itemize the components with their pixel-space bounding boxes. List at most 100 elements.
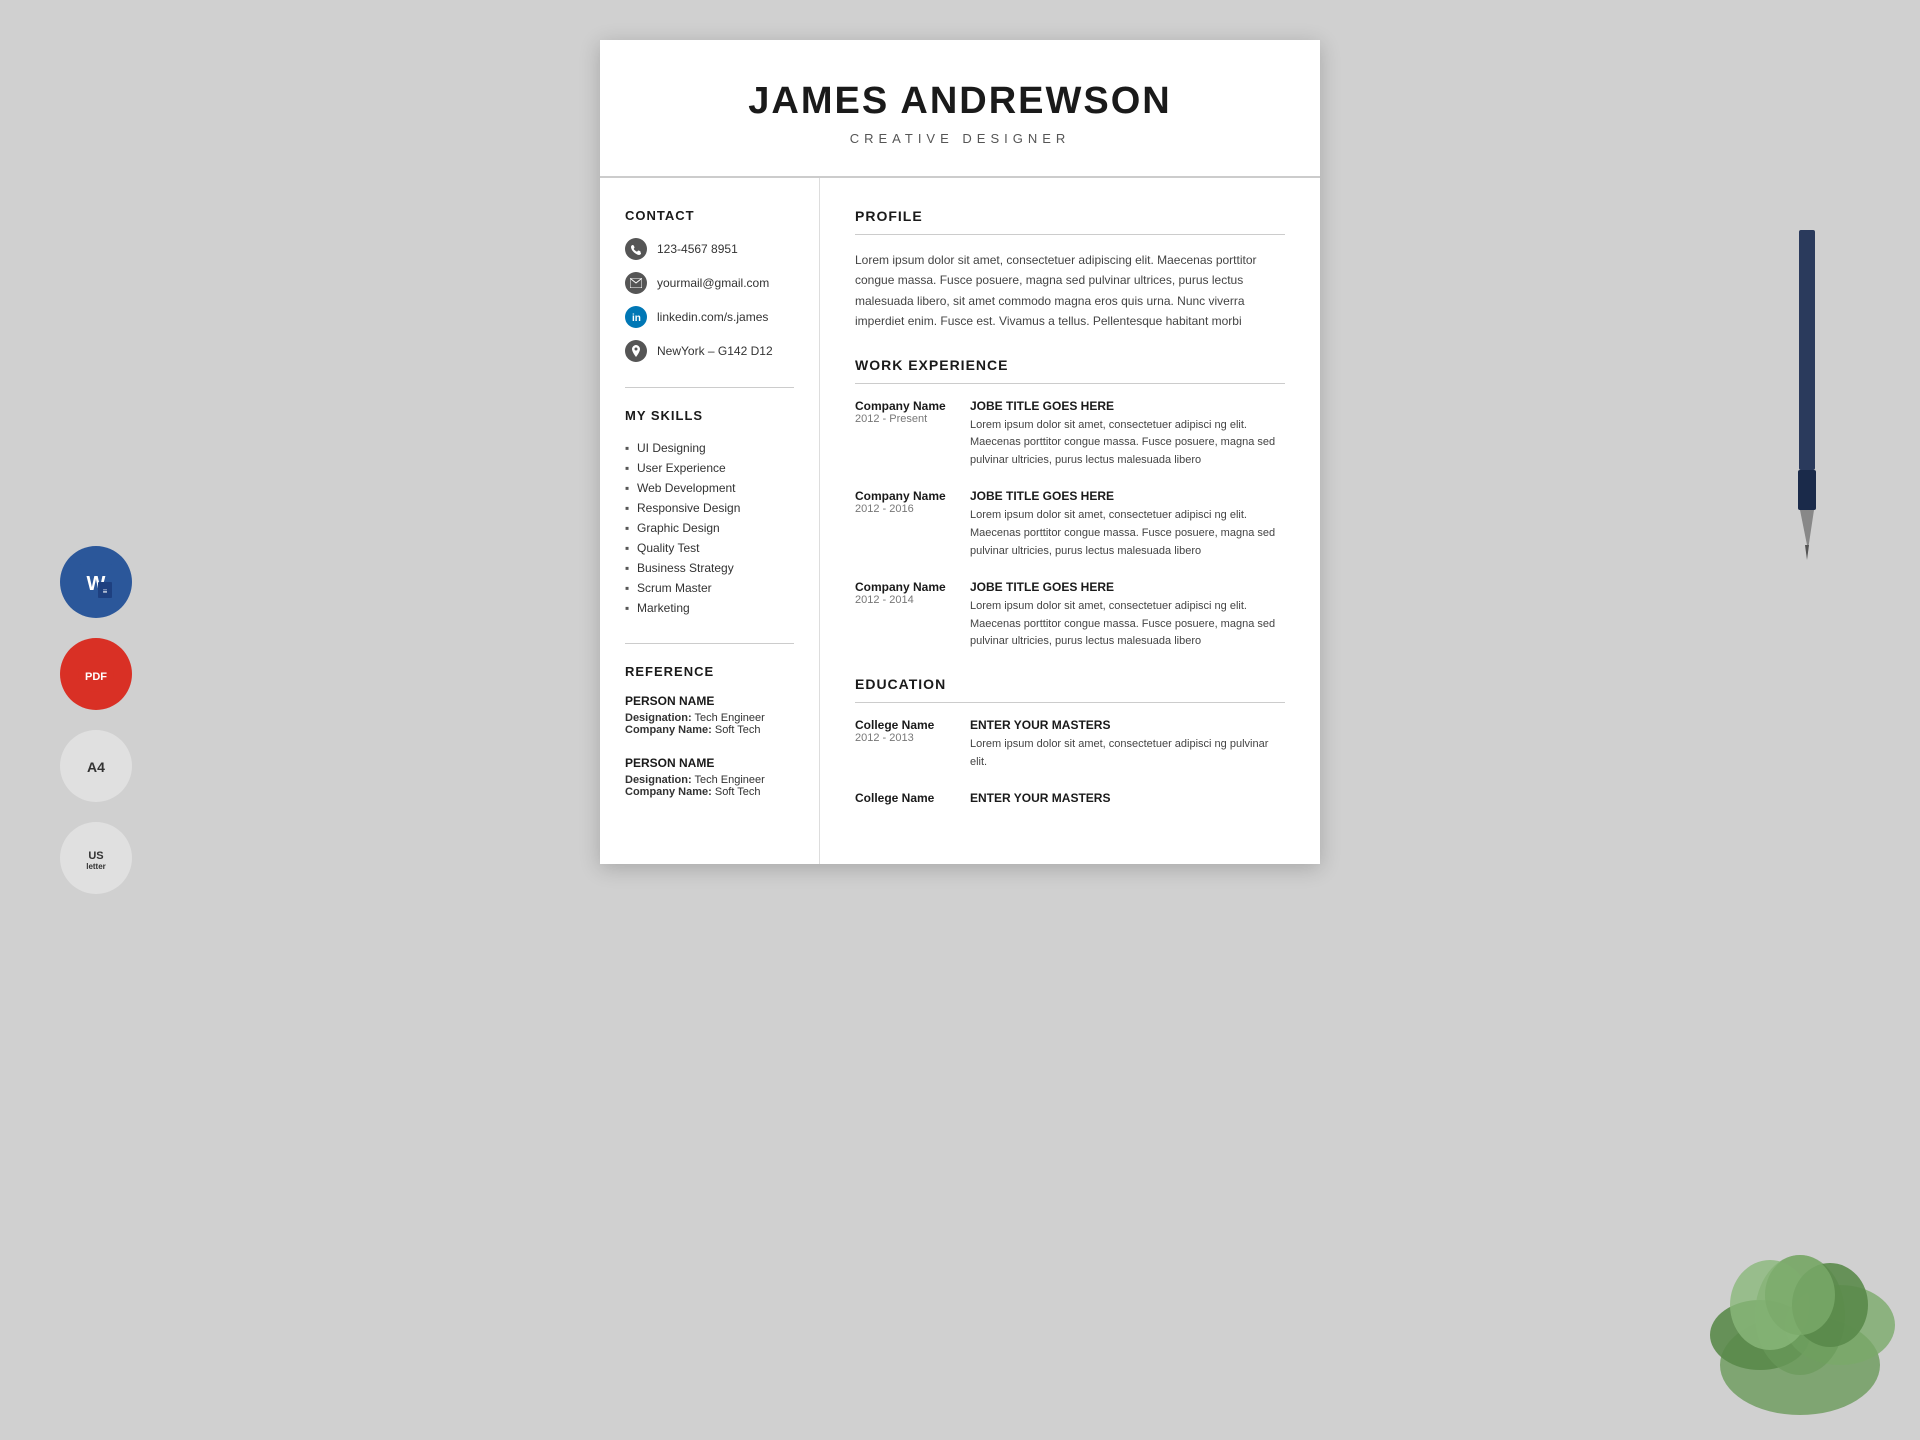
work-desc: Lorem ipsum dolor sit amet, consectetuer… [970,507,1285,560]
work-title: JOBE TITLE GOES HERE [970,580,1285,594]
contact-title: CONTACT [625,208,794,223]
skill-item: UI Designing [625,438,794,458]
svg-text:≡: ≡ [103,587,108,596]
work-period: 2012 - Present [855,413,955,425]
contact-email: yourmail@gmail.com [625,272,794,294]
skill-item: Web Development [625,478,794,498]
edu-period: 2012 - 2013 [855,732,955,744]
work-period: 2012 - 2014 [855,594,955,606]
reference-section: REFERENCE PERSON NAME Designation: Tech … [625,664,794,798]
linkedin-icon: in [625,306,647,328]
edu-college: College Name [855,718,955,732]
work-company: Company Name [855,399,955,413]
svg-text:in: in [632,313,641,323]
edu-right: ENTER YOUR MASTERS Lorem ipsum dolor sit… [970,718,1285,771]
work-item: Company Name 2012 - Present JOBE TITLE G… [855,399,1285,470]
profile-section: PROFILE Lorem ipsum dolor sit amet, cons… [855,208,1285,332]
email-address[interactable]: yourmail@gmail.com [657,276,769,290]
work-divider [855,383,1285,384]
phone-number: 123-4567 8951 [657,242,738,256]
work-item: Company Name 2012 - 2014 JOBE TITLE GOES… [855,580,1285,651]
edu-desc: Lorem ipsum dolor sit amet, consectetuer… [970,736,1285,771]
edu-right: ENTER YOUR MASTERS [970,791,1285,809]
edu-college: College Name [855,791,955,805]
edu-item: College Name 2012 - 2013 ENTER YOUR MAST… [855,718,1285,771]
edu-degree: ENTER YOUR MASTERS [970,718,1285,732]
work-company: Company Name [855,489,955,503]
work-desc: Lorem ipsum dolor sit amet, consectetuer… [970,417,1285,470]
work-right: JOBE TITLE GOES HERE Lorem ipsum dolor s… [970,489,1285,560]
education-divider [855,702,1285,703]
phone-icon [625,238,647,260]
education-list: College Name 2012 - 2013 ENTER YOUR MAST… [855,718,1285,809]
education-title: EDUCATION [855,676,1285,692]
reference-list: PERSON NAME Designation: Tech Engineer C… [625,694,794,798]
linkedin-url[interactable]: linkedin.com/s.james [657,310,768,324]
reference-person: PERSON NAME Designation: Tech Engineer C… [625,694,794,736]
skills-section: MY SKILLS UI DesigningUser ExperienceWeb… [625,408,794,618]
reference-title: REFERENCE [625,664,794,679]
contact-location: NewYork – G142 D12 [625,340,794,362]
divider-1 [625,387,794,388]
resume-header: JAMES ANDREWSON CREATIVE DESIGNER [600,40,1320,178]
work-list: Company Name 2012 - Present JOBE TITLE G… [855,399,1285,651]
contact-phone: 123-4567 8951 [625,238,794,260]
plant-decoration [1700,1215,1900,1420]
skill-item: Responsive Design [625,498,794,518]
profile-divider [855,234,1285,235]
ref-name: PERSON NAME [625,694,794,708]
work-company: Company Name [855,580,955,594]
profile-text: Lorem ipsum dolor sit amet, consectetuer… [855,250,1285,332]
pdf-icon[interactable]: PDF [60,638,132,710]
edu-item: College Name ENTER YOUR MASTERS [855,791,1285,809]
skill-item: Marketing [625,598,794,618]
skill-item: Scrum Master [625,578,794,598]
skills-title: MY SKILLS [625,408,794,423]
word-icon[interactable]: W ≡ [60,546,132,618]
contact-section: CONTACT 123-4567 8951 [625,208,794,362]
ref-designation: Designation: Tech Engineer [625,712,794,724]
divider-2 [625,643,794,644]
work-left: Company Name 2012 - 2014 [855,580,955,651]
svg-text:A4: A4 [87,759,105,775]
work-desc: Lorem ipsum dolor sit amet, consectetuer… [970,598,1285,651]
skills-list: UI DesigningUser ExperienceWeb Developme… [625,438,794,618]
a4-icon[interactable]: A4 [60,730,132,802]
skill-item: Graphic Design [625,518,794,538]
side-icons: W ≡ PDF A4 US letter [60,546,132,894]
skill-item: Quality Test [625,538,794,558]
work-item: Company Name 2012 - 2016 JOBE TITLE GOES… [855,489,1285,560]
skill-item: Business Strategy [625,558,794,578]
pen-decoration [1790,180,1825,565]
email-icon [625,272,647,294]
work-right: JOBE TITLE GOES HERE Lorem ipsum dolor s… [970,399,1285,470]
work-experience-title: WORK EXPERIENCE [855,357,1285,373]
work-left: Company Name 2012 - Present [855,399,955,470]
contact-linkedin: in linkedin.com/s.james [625,306,794,328]
skill-item: User Experience [625,458,794,478]
ref-designation: Designation: Tech Engineer [625,774,794,786]
first-name: JAMES [748,80,889,122]
ref-company: Company Name: Soft Tech [625,724,794,736]
edu-left: College Name 2012 - 2013 [855,718,955,771]
reference-person: PERSON NAME Designation: Tech Engineer C… [625,756,794,798]
work-right: JOBE TITLE GOES HERE Lorem ipsum dolor s… [970,580,1285,651]
resume-body: CONTACT 123-4567 8951 [600,178,1320,864]
left-column: CONTACT 123-4567 8951 [600,178,820,864]
ref-name: PERSON NAME [625,756,794,770]
work-experience-section: WORK EXPERIENCE Company Name 2012 - Pres… [855,357,1285,651]
ref-company: Company Name: Soft Tech [625,786,794,798]
job-title: CREATIVE DESIGNER [650,131,1270,146]
svg-text:US: US [88,850,103,862]
right-column: PROFILE Lorem ipsum dolor sit amet, cons… [820,178,1320,864]
work-period: 2012 - 2016 [855,503,955,515]
work-title: JOBE TITLE GOES HERE [970,489,1285,503]
us-letter-icon[interactable]: US letter [60,822,132,894]
resume-document: JAMES ANDREWSON CREATIVE DESIGNER CONTAC… [600,40,1320,864]
education-section: EDUCATION College Name 2012 - 2013 ENTER… [855,676,1285,809]
full-name: JAMES ANDREWSON [650,80,1270,123]
location-icon [625,340,647,362]
svg-text:letter: letter [86,862,106,871]
edu-degree: ENTER YOUR MASTERS [970,791,1285,805]
work-left: Company Name 2012 - 2016 [855,489,955,560]
